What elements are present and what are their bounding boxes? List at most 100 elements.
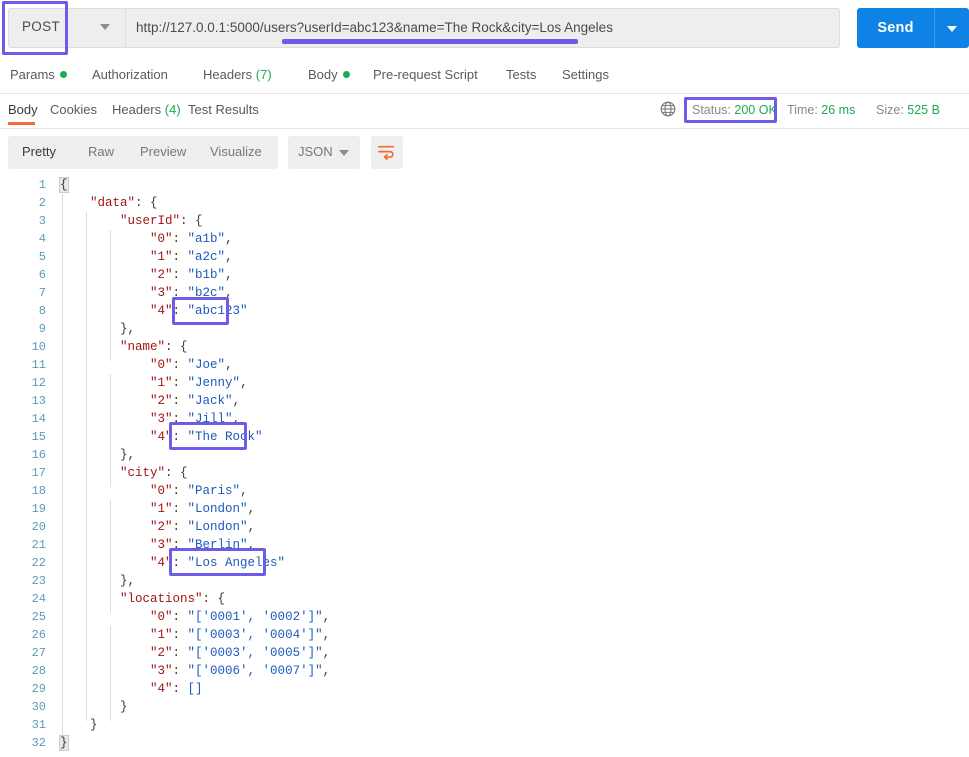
format-preview-button[interactable]: Preview xyxy=(140,144,186,159)
code-line: 28 "3": "['0006', '0007']", xyxy=(0,662,969,680)
json-key: "1" xyxy=(150,502,173,516)
json-punct: : xyxy=(172,628,188,642)
line-number: 22 xyxy=(31,556,46,570)
line-number: 32 xyxy=(31,736,46,750)
json-value: "Jack" xyxy=(187,394,233,408)
response-tab-test-results[interactable]: Test Results xyxy=(188,102,259,117)
json-key: "3" xyxy=(150,412,173,426)
json-punct: , xyxy=(247,520,256,534)
tab-tests[interactable]: Tests xyxy=(506,67,536,82)
code-text: "4": "Los Angeles" xyxy=(60,554,285,572)
tab-authorization[interactable]: Authorization xyxy=(92,67,168,82)
json-punct: : xyxy=(172,646,188,660)
tab-headers[interactable]: Headers (7) xyxy=(203,67,272,82)
code-line: 9 }, xyxy=(0,320,969,338)
json-key: "1" xyxy=(150,250,173,264)
line-number: 12 xyxy=(31,376,46,390)
json-value: "Paris" xyxy=(187,484,241,498)
json-punct: , xyxy=(240,484,248,498)
format-visualize-button[interactable]: Visualize xyxy=(210,144,262,159)
code-line: 26 "1": "['0003', '0004']", xyxy=(0,626,969,644)
code-text: } xyxy=(59,734,69,752)
line-number: 27 xyxy=(31,646,46,660)
tab-body[interactable]: Body xyxy=(308,67,350,82)
json-punct: : xyxy=(172,682,188,696)
line-number: 18 xyxy=(31,484,46,498)
code-line: 13 "2": "Jack", xyxy=(0,392,969,410)
json-punct: : xyxy=(172,304,188,318)
code-line: 11 "0": "Joe", xyxy=(0,356,969,374)
line-number: 21 xyxy=(31,538,46,552)
code-line: 3 "userId": { xyxy=(0,212,969,230)
code-line: 17 "city": { xyxy=(0,464,969,482)
tab-params[interactable]: Params xyxy=(10,67,67,82)
json-key: "1" xyxy=(150,628,173,642)
code-text: "3": "Berlin", xyxy=(60,536,255,554)
response-body-json-viewer[interactable]: 1{2 "data": {3 "userId": {4 "0": "a1b", 5… xyxy=(0,176,969,757)
code-text: "4": [] xyxy=(60,680,203,698)
tab-settings[interactable]: Settings xyxy=(562,67,609,82)
json-value: "abc123" xyxy=(187,304,248,318)
code-text: "1": "London", xyxy=(60,500,255,518)
code-text: "1": "a2c", xyxy=(60,248,233,266)
json-key: "2" xyxy=(150,520,173,534)
code-text: "0": "Paris", xyxy=(60,482,248,500)
json-punct: : { xyxy=(165,340,188,354)
json-key: "userId" xyxy=(120,214,181,228)
json-punct: , xyxy=(240,376,248,390)
json-punct: : xyxy=(172,412,188,426)
send-options-button[interactable] xyxy=(934,8,969,48)
chevron-down-icon[interactable] xyxy=(100,24,110,30)
code-line: 14 "3": "Jill", xyxy=(0,410,969,428)
code-line: 19 "1": "London", xyxy=(0,500,969,518)
json-key: "name" xyxy=(120,340,166,354)
code-text: "0": "Joe", xyxy=(60,356,233,374)
format-raw-button[interactable]: Raw xyxy=(88,144,114,159)
request-tab-bar: Params Authorization Headers (7) Body Pr… xyxy=(0,58,969,94)
json-punct: : xyxy=(172,664,188,678)
json-value: "Jill" xyxy=(187,412,233,426)
send-button[interactable]: Send xyxy=(857,8,934,48)
line-number: 14 xyxy=(31,412,46,426)
line-number: 13 xyxy=(31,394,46,408)
json-punct: : xyxy=(172,484,188,498)
response-tab-cookies[interactable]: Cookies xyxy=(50,102,97,117)
response-tab-body[interactable]: Body xyxy=(8,102,38,117)
line-number: 31 xyxy=(31,718,46,732)
line-number: 10 xyxy=(31,340,46,354)
globe-icon[interactable] xyxy=(660,101,676,117)
json-punct: : xyxy=(172,268,188,282)
code-text: "0": "a1b", xyxy=(60,230,233,248)
code-line: 27 "2": "['0003', '0005']", xyxy=(0,644,969,662)
code-text: "2": "London", xyxy=(60,518,255,536)
code-line: 1{ xyxy=(0,176,969,194)
code-line: 31 } xyxy=(0,716,969,734)
time-badge: Time: 26 ms xyxy=(787,103,855,117)
json-key: "4" xyxy=(150,430,173,444)
format-pretty-button[interactable]: Pretty xyxy=(22,144,56,159)
tab-pre-request-script[interactable]: Pre-request Script xyxy=(373,67,478,82)
json-value: "['0006', '0007']" xyxy=(187,664,323,678)
json-punct: : { xyxy=(202,592,226,606)
json-punct: : xyxy=(172,556,188,570)
language-label: JSON xyxy=(298,144,333,159)
line-number: 19 xyxy=(31,502,46,516)
json-punct: } xyxy=(60,718,98,732)
wrap-lines-button[interactable] xyxy=(371,136,403,169)
json-key: "city" xyxy=(120,466,166,480)
response-tab-headers[interactable]: Headers (4) xyxy=(112,102,181,117)
code-line: 7 "3": "b2c", xyxy=(0,284,969,302)
json-key: "2" xyxy=(150,268,173,282)
line-number: 15 xyxy=(31,430,46,444)
request-url-bar: POST http://127.0.0.1:5000/users?userId=… xyxy=(0,0,969,56)
json-value: "Joe" xyxy=(187,358,226,372)
code-text: "city": { xyxy=(60,464,188,482)
json-punct: , xyxy=(225,232,233,246)
json-punct: : { xyxy=(180,214,203,228)
code-line: 8 "4": "abc123" xyxy=(0,302,969,320)
json-value: "The Rock" xyxy=(187,430,263,444)
json-punct: : { xyxy=(135,196,158,210)
tab-body-label: Body xyxy=(308,67,338,82)
code-line: 32} xyxy=(0,734,969,752)
code-text: { xyxy=(59,176,69,194)
